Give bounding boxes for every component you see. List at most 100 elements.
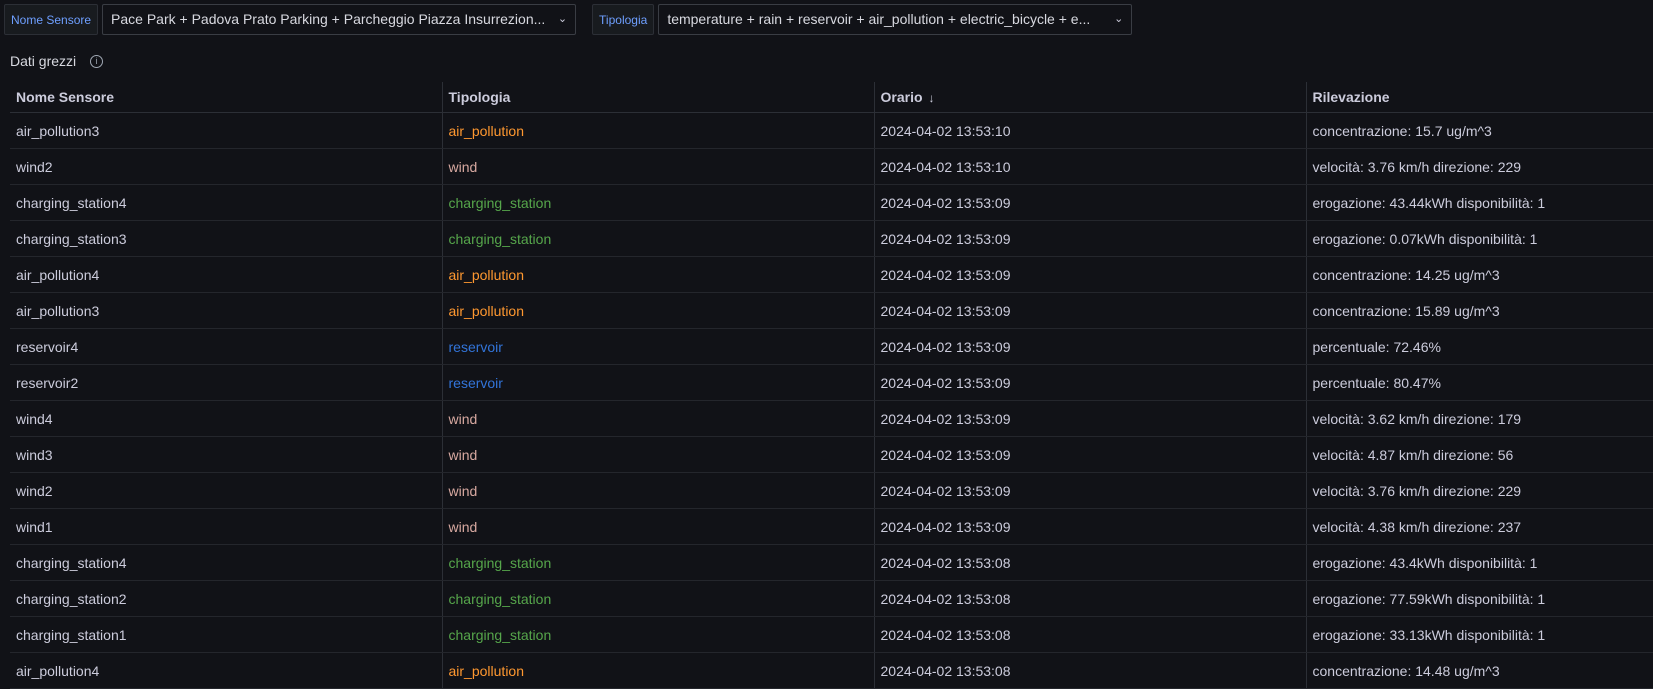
cell-reading: erogazione: 77.59kWh disponibilità: 1	[1305, 580, 1653, 617]
cell-sensor: wind4	[10, 400, 442, 437]
table-row: wind2 wind 2024-04-02 13:53:10 velocità: 3.…	[10, 148, 1653, 185]
cell-reading: concentrazione: 15.89 ug/m^3	[1305, 292, 1653, 329]
arrow-down-icon: ↓	[928, 91, 935, 105]
table-row: air_pollution3 air_pollution 2024-04-02 13…	[10, 112, 1653, 149]
cell-type: reservoir	[441, 328, 874, 365]
cell-sensor: wind2	[10, 472, 442, 509]
cell-type: air_pollution	[441, 112, 874, 149]
cell-time: 2024-04-02 13:53:08	[873, 544, 1306, 581]
cell-reading: velocità: 3.76 km/h direzione: 229	[1305, 472, 1653, 509]
cell-time: 2024-04-02 13:53:09	[873, 364, 1306, 401]
table-row: reservoir4 reservoir 2024-04-02 13:53:09 pe…	[10, 328, 1653, 365]
column-header-time[interactable]: Orario ↓	[873, 82, 1306, 113]
cell-sensor: air_pollution4	[10, 652, 442, 689]
table-row: wind1 wind 2024-04-02 13:53:09 velocità: 4.…	[10, 508, 1653, 545]
column-header-time-label: Orario	[880, 89, 923, 105]
cell-time: 2024-04-02 13:53:09	[873, 508, 1306, 545]
sensor-variable-value: Pace Park + Padova Prato Parking + Parch…	[111, 11, 546, 27]
column-header-sensor[interactable]: Nome Sensore	[10, 82, 442, 113]
cell-time: 2024-04-02 13:53:08	[873, 580, 1306, 617]
cell-time: 2024-04-02 13:53:09	[873, 400, 1306, 437]
sensor-variable-select[interactable]: Pace Park + Padova Prato Parking + Parch…	[102, 4, 577, 35]
cell-time: 2024-04-02 13:53:08	[873, 652, 1306, 689]
cell-time: 2024-04-02 13:53:09	[873, 292, 1306, 329]
variable-bar: Nome Sensore Pace Park + Padova Prato Pa…	[4, 4, 1133, 35]
table-row: charging_station1 charging_station 2024-04…	[10, 616, 1653, 653]
cell-reading: erogazione: 0.07kWh disponibilità: 1	[1305, 220, 1653, 257]
cell-reading: velocità: 4.38 km/h direzione: 237	[1305, 508, 1653, 545]
cell-reading: erogazione: 33.13kWh disponibilità: 1	[1305, 616, 1653, 653]
cell-type: wind	[441, 148, 874, 185]
cell-sensor: charging_station1	[10, 616, 442, 653]
type-variable-value: temperature + rain + reservoir + air_pol…	[667, 11, 1091, 27]
cell-sensor: charging_station4	[10, 184, 442, 221]
cell-sensor: wind1	[10, 508, 442, 545]
type-variable-label: Tipologia	[592, 4, 655, 35]
table-body: air_pollution3 air_pollution 2024-04-02 13…	[10, 112, 1653, 689]
cell-reading: concentrazione: 14.48 ug/m^3	[1305, 652, 1653, 689]
table-row: charging_station2 charging_station 2024-04…	[10, 580, 1653, 617]
cell-reading: concentrazione: 14.25 ug/m^3	[1305, 256, 1653, 293]
cell-type: charging_station	[441, 184, 874, 221]
cell-time: 2024-04-02 13:53:10	[873, 112, 1306, 149]
cell-reading: erogazione: 43.4kWh disponibilità: 1	[1305, 544, 1653, 581]
cell-time: 2024-04-02 13:53:10	[873, 148, 1306, 185]
table-header-row: Nome Sensore Tipologia Orario ↓ Rilevazio…	[10, 82, 1653, 113]
cell-type: reservoir	[441, 364, 874, 401]
cell-sensor: charging_station2	[10, 580, 442, 617]
cell-time: 2024-04-02 13:53:09	[873, 328, 1306, 365]
cell-sensor: charging_station4	[10, 544, 442, 581]
cell-sensor: wind3	[10, 436, 442, 473]
cell-type: wind	[441, 472, 874, 509]
chevron-down-icon: ⌄	[557, 13, 568, 25]
cell-sensor: wind2	[10, 148, 442, 185]
cell-type: charging_station	[441, 616, 874, 653]
table-row: charging_station4 charging_station 2024-04…	[10, 544, 1653, 581]
sensor-variable-label: Nome Sensore	[4, 4, 99, 35]
table-row: air_pollution4 air_pollution 2024-04-02 13…	[10, 652, 1653, 689]
cell-reading: percentuale: 72.46%	[1305, 328, 1653, 365]
cell-time: 2024-04-02 13:53:09	[873, 256, 1306, 293]
cell-reading: velocità: 3.62 km/h direzione: 179	[1305, 400, 1653, 437]
cell-type: air_pollution	[441, 256, 874, 293]
cell-type: charging_station	[441, 580, 874, 617]
table-row: charging_station3 charging_station 2024-04…	[10, 220, 1653, 257]
cell-reading: velocità: 3.76 km/h direzione: 229	[1305, 148, 1653, 185]
cell-type: wind	[441, 508, 874, 545]
column-header-reading[interactable]: Rilevazione	[1305, 82, 1653, 113]
cell-sensor: charging_station3	[10, 220, 442, 257]
table-row: charging_station4 charging_station 2024-04…	[10, 184, 1653, 221]
cell-type: air_pollution	[441, 292, 874, 329]
cell-reading: velocità: 4.87 km/h direzione: 56	[1305, 436, 1653, 473]
cell-type: charging_station	[441, 220, 874, 257]
table-row: air_pollution3 air_pollution 2024-04-02 13…	[10, 292, 1653, 329]
cell-time: 2024-04-02 13:53:09	[873, 184, 1306, 221]
table-row: wind4 wind 2024-04-02 13:53:09 velocità: 3.…	[10, 400, 1653, 437]
type-variable-select[interactable]: temperature + rain + reservoir + air_pol…	[658, 4, 1133, 35]
table-row: air_pollution4 air_pollution 2024-04-02 13…	[10, 256, 1653, 293]
cell-time: 2024-04-02 13:53:08	[873, 616, 1306, 653]
cell-reading: percentuale: 80.47%	[1305, 364, 1653, 401]
chevron-down-icon: ⌄	[1114, 13, 1124, 25]
cell-sensor: air_pollution3	[10, 292, 442, 329]
cell-type: air_pollution	[441, 652, 874, 689]
cell-time: 2024-04-02 13:53:09	[873, 220, 1306, 257]
cell-sensor: air_pollution4	[10, 256, 442, 293]
cell-reading: erogazione: 43.44kWh disponibilità: 1	[1305, 184, 1653, 221]
cell-time: 2024-04-02 13:53:09	[873, 436, 1306, 473]
table-row: wind3 wind 2024-04-02 13:53:09 velocità: 4.…	[10, 436, 1653, 473]
cell-reading: concentrazione: 15.7 ug/m^3	[1305, 112, 1653, 149]
column-header-type[interactable]: Tipologia	[441, 82, 874, 113]
panel-title: Dati grezzi	[10, 53, 77, 69]
cell-sensor: reservoir2	[10, 364, 442, 401]
cell-sensor: reservoir4	[10, 328, 442, 365]
cell-sensor: air_pollution3	[10, 112, 442, 149]
cell-type: charging_station	[441, 544, 874, 581]
info-icon[interactable]: i	[90, 54, 104, 68]
table-row: reservoir2 reservoir 2024-04-02 13:53:09 pe…	[10, 364, 1653, 401]
cell-time: 2024-04-02 13:53:09	[873, 472, 1306, 509]
raw-data-table: Nome Sensore Tipologia Orario ↓ Rilevazio…	[10, 82, 1653, 689]
table-row: wind2 wind 2024-04-02 13:53:09 velocità: 3.…	[10, 472, 1653, 509]
cell-type: wind	[441, 436, 874, 473]
cell-type: wind	[441, 400, 874, 437]
